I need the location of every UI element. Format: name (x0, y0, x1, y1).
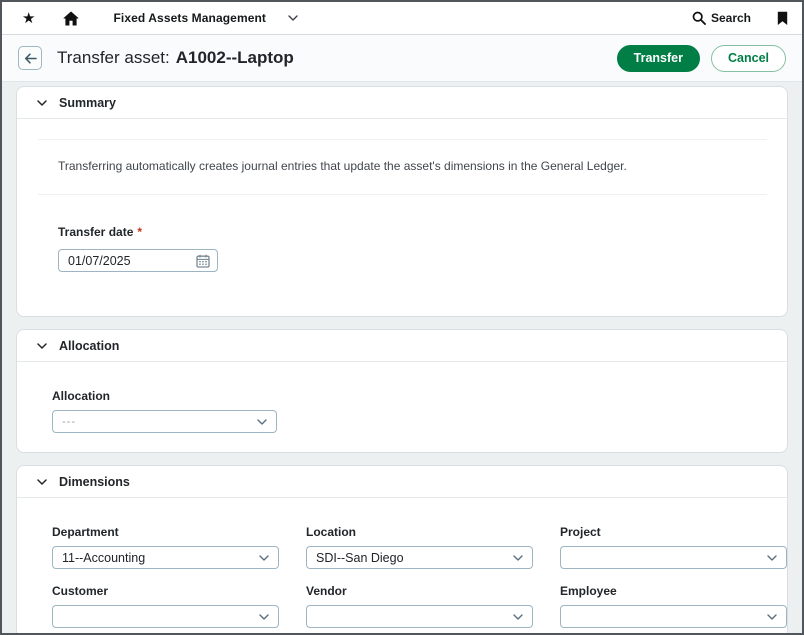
chevron-down-icon (288, 15, 298, 21)
employee-select[interactable] (560, 605, 787, 628)
chevron-down-icon (259, 555, 269, 561)
page-title-prefix: Transfer asset: (57, 48, 170, 67)
back-button[interactable] (18, 46, 42, 70)
project-label: Project (560, 525, 787, 539)
chevron-down-icon (513, 614, 523, 620)
dimensions-grid: Department 11--Accounting Location SDI--… (17, 498, 787, 635)
topbar: ★ Fixed Assets Management Search (2, 2, 802, 35)
dimensions-section-header[interactable]: Dimensions (17, 466, 787, 498)
transfer-date-field: Transfer date * (17, 195, 787, 316)
allocation-value: --- (62, 416, 257, 428)
department-field: Department 11--Accounting (52, 525, 279, 569)
vendor-field: Vendor (306, 584, 533, 628)
search-label: Search (711, 11, 751, 25)
employee-field: Employee (560, 584, 787, 628)
calendar-icon[interactable] (196, 254, 210, 268)
employee-label: Employee (560, 584, 787, 598)
page-content: Summary Transferring automatically creat… (2, 82, 802, 635)
chevron-down-icon (767, 555, 777, 561)
page-title: Transfer asset: A1002--Laptop (57, 48, 294, 68)
dimensions-title: Dimensions (59, 475, 130, 489)
allocation-title: Allocation (59, 339, 119, 353)
project-select[interactable] (560, 546, 787, 569)
home-icon[interactable] (63, 11, 79, 26)
chevron-down-icon (513, 555, 523, 561)
collapse-chevron-icon (37, 343, 47, 349)
app-switcher[interactable]: Fixed Assets Management (113, 11, 298, 25)
vendor-select[interactable] (306, 605, 533, 628)
department-value: 11--Accounting (62, 551, 259, 565)
customer-field: Customer (52, 584, 279, 628)
allocation-label: Allocation (52, 389, 787, 403)
department-label: Department (52, 525, 279, 539)
asset-name: A1002--Laptop (176, 48, 294, 67)
app-window: ★ Fixed Assets Management Search (0, 0, 804, 635)
project-field: Project (560, 525, 787, 569)
bookmark-icon[interactable] (777, 11, 788, 26)
summary-section-header[interactable]: Summary (17, 87, 787, 119)
search-icon (692, 11, 706, 25)
dimensions-section: Dimensions Department 11--Accounting Loc… (16, 465, 788, 635)
summary-section: Summary Transferring automatically creat… (16, 86, 788, 317)
app-title: Fixed Assets Management (113, 11, 266, 25)
chevron-down-icon (257, 419, 267, 425)
page-header: Transfer asset: A1002--Laptop Transfer Ca… (2, 35, 802, 82)
customer-select[interactable] (52, 605, 279, 628)
transfer-date-input[interactable] (68, 254, 196, 268)
location-label: Location (306, 525, 533, 539)
location-select[interactable]: SDI--San Diego (306, 546, 533, 569)
transfer-button[interactable]: Transfer (617, 45, 700, 72)
collapse-chevron-icon (37, 479, 47, 485)
department-select[interactable]: 11--Accounting (52, 546, 279, 569)
allocation-section: Allocation Allocation --- (16, 329, 788, 453)
transfer-date-label: Transfer date (58, 225, 133, 239)
chevron-down-icon (767, 614, 777, 620)
vendor-label: Vendor (306, 584, 533, 598)
favorites-star-icon[interactable]: ★ (22, 9, 35, 27)
customer-label: Customer (52, 584, 279, 598)
search-button[interactable]: Search (692, 11, 751, 25)
location-value: SDI--San Diego (316, 551, 513, 565)
summary-title: Summary (59, 96, 116, 110)
arrow-left-icon (24, 53, 37, 64)
collapse-chevron-icon (37, 100, 47, 106)
required-asterisk: * (137, 225, 142, 239)
cancel-button[interactable]: Cancel (711, 45, 786, 72)
chevron-down-icon (259, 614, 269, 620)
location-field: Location SDI--San Diego (306, 525, 533, 569)
allocation-select[interactable]: --- (52, 410, 277, 433)
summary-instruction: Transferring automatically creates journ… (17, 140, 787, 194)
allocation-section-header[interactable]: Allocation (17, 330, 787, 362)
